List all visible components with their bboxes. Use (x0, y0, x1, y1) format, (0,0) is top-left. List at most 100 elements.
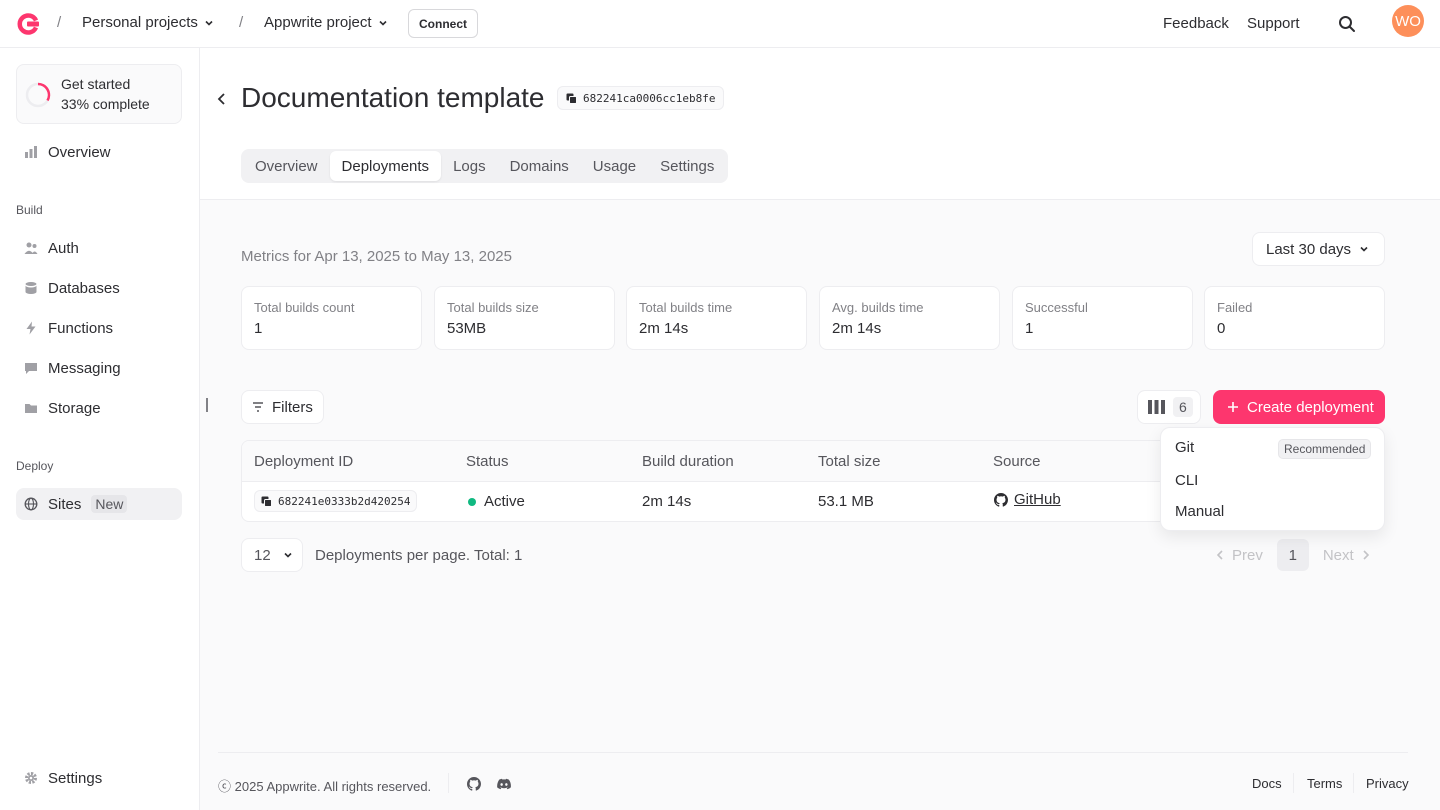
sidebar-item-settings[interactable]: Settings (16, 762, 182, 794)
filter-icon (253, 402, 263, 412)
breadcrumb-project-label: Appwrite project (264, 14, 372, 31)
tab-overview[interactable]: Overview (243, 151, 330, 181)
tab-domains[interactable]: Domains (498, 151, 581, 181)
sidebar: Get started 33% complete Overview Build … (0, 48, 200, 810)
search-icon[interactable] (1337, 14, 1357, 34)
filters-button[interactable]: Filters (241, 390, 324, 424)
footer-link-terms[interactable]: Terms (1307, 776, 1342, 791)
discord-icon[interactable] (497, 777, 511, 791)
sidebar-item-label: Settings (48, 769, 103, 787)
gear-icon (25, 772, 37, 784)
metric-card: Total builds count 1 (241, 286, 422, 350)
chevron-left-icon[interactable] (216, 92, 228, 106)
source-link[interactable]: GitHub (1014, 491, 1061, 508)
footer-separator (448, 773, 449, 793)
sidebar-item-auth[interactable]: Auth (16, 232, 182, 264)
columns-icon (1148, 400, 1165, 414)
chat-icon (25, 363, 37, 374)
breadcrumb-project[interactable]: Appwrite project (264, 14, 388, 31)
breadcrumb-organization-label: Personal projects (82, 14, 198, 31)
tab-settings[interactable]: Settings (648, 151, 726, 181)
site-id: 682241ca0006cc1eb8fe (583, 91, 716, 105)
columns-count: 6 (1173, 397, 1193, 417)
page-title: Documentation template (241, 82, 545, 113)
menu-item-git[interactable]: Git (1175, 439, 1194, 456)
copyright: ⓒ 2025 Appwrite. All rights reserved. (218, 776, 431, 795)
metric-label: Failed (1217, 300, 1253, 315)
copyright-symbol: ⓒ (218, 779, 235, 794)
chevron-down-icon (1360, 246, 1368, 252)
plus-icon (1228, 402, 1238, 412)
get-started-progress: 33% complete (61, 96, 150, 112)
bar-chart-icon (25, 146, 37, 158)
site-id-copy-chip[interactable]: 682241ca0006cc1eb8fe (557, 86, 725, 110)
sidebar-item-label: Databases (48, 279, 120, 297)
menu-item-cli[interactable]: CLI (1175, 472, 1198, 489)
recommended-badge: Recommended (1278, 439, 1372, 459)
tab-deployments[interactable]: Deployments (329, 151, 442, 181)
tab-logs[interactable]: Logs (441, 151, 498, 181)
metrics-period-label: Metrics for Apr 13, 2025 to May 13, 2025 (241, 248, 512, 265)
column-header[interactable]: Deployment ID (254, 453, 353, 470)
tab-usage[interactable]: Usage (581, 151, 648, 181)
create-deployment-button[interactable]: Create deployment (1213, 390, 1385, 424)
column-header[interactable]: Status (466, 453, 509, 470)
metric-label: Total builds count (254, 300, 355, 315)
metric-label: Avg. builds time (832, 300, 924, 315)
metric-value: 53MB (447, 320, 487, 337)
column-header[interactable]: Build duration (642, 453, 734, 470)
status-cell: Active (468, 493, 525, 510)
page-number-button[interactable]: 1 (1276, 539, 1309, 571)
folder-icon (25, 404, 37, 413)
source-cell[interactable]: GitHub (994, 491, 1061, 508)
lightning-icon (26, 321, 36, 335)
menu-item-manual[interactable]: Manual (1175, 503, 1224, 520)
sidebar-resize-handle[interactable] (206, 398, 208, 412)
date-range-value: Last 30 days (1266, 240, 1352, 258)
page-header: Documentation template 682241ca0006cc1eb… (200, 48, 1440, 200)
section-build: Build (16, 203, 43, 217)
per-page-select[interactable]: 12 (241, 538, 303, 572)
total-size-cell: 53.1 MB (818, 493, 874, 510)
prev-button[interactable]: Prev (1216, 547, 1263, 564)
sidebar-item-storage[interactable]: Storage (16, 392, 182, 424)
get-started-card[interactable]: Get started 33% complete (16, 64, 182, 124)
footer-link-docs[interactable]: Docs (1252, 776, 1282, 791)
sidebar-item-label: Overview (48, 143, 111, 161)
status-dot-icon (468, 497, 476, 506)
chevron-right-icon (1363, 550, 1369, 560)
feedback-link[interactable]: Feedback (1163, 15, 1229, 32)
section-deploy: Deploy (16, 459, 54, 473)
footer-separator (1293, 773, 1294, 793)
chevron-down-icon (284, 552, 292, 558)
sidebar-item-sites[interactable]: Sites New (16, 488, 182, 520)
status-label: Active (484, 493, 525, 510)
chevron-left-icon (1216, 550, 1223, 560)
github-icon[interactable] (467, 777, 481, 791)
metric-value: 1 (254, 320, 263, 337)
tab-bar: Overview Deployments Logs Domains Usage … (241, 149, 729, 183)
support-link[interactable]: Support (1247, 15, 1300, 32)
connect-button[interactable]: Connect (408, 9, 478, 38)
columns-button[interactable]: 6 (1137, 390, 1201, 424)
sidebar-item-overview[interactable]: Overview (16, 136, 182, 168)
footer-separator (1353, 773, 1354, 793)
pagination: Prev 1 Next (1216, 539, 1370, 571)
next-button[interactable]: Next (1323, 547, 1370, 564)
metric-value: 1 (1025, 320, 1034, 337)
date-range-select[interactable]: Last 30 days (1252, 232, 1385, 266)
column-header[interactable]: Source (993, 453, 1041, 470)
user-avatar[interactable]: WO (1392, 5, 1424, 37)
metric-label: Total builds size (447, 300, 539, 315)
appwrite-logo-icon[interactable] (16, 12, 40, 36)
sidebar-item-databases[interactable]: Databases (16, 272, 182, 304)
deployment-id-copy-chip[interactable]: 682241e0333b2d420254 (254, 490, 418, 512)
sidebar-item-messaging[interactable]: Messaging (16, 352, 182, 384)
breadcrumb-organization[interactable]: Personal projects (82, 14, 214, 31)
metric-value: 0 (1217, 320, 1226, 337)
metric-value: 2m 14s (639, 320, 689, 337)
footer-link-privacy[interactable]: Privacy (1366, 776, 1409, 791)
metric-card: Total builds time 2m 14s (626, 286, 807, 350)
sidebar-item-functions[interactable]: Functions (16, 312, 182, 344)
column-header[interactable]: Total size (818, 453, 881, 470)
